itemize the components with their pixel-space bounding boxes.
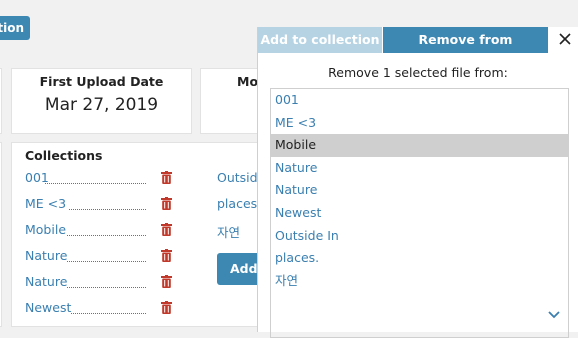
collection-link[interactable]: Mobile: [25, 222, 66, 237]
collection-item: Nature: [25, 248, 175, 274]
remove-message: Remove 1 selected file from:: [328, 65, 508, 80]
collection-link-underline: [67, 235, 146, 236]
collection-item: Mobile: [25, 222, 175, 248]
collection-link-underline: [67, 287, 146, 288]
info-card-left-partial: [0, 68, 2, 134]
collections-card-left-partial: [0, 142, 2, 327]
trash-icon[interactable]: [161, 275, 172, 288]
collections-list: 001 ME <3 Mobile Nature Nature Newest: [25, 170, 175, 326]
collection-item: Newest: [25, 300, 175, 326]
collection-link-underline: [45, 183, 146, 184]
collection-item: ME <3: [25, 196, 175, 222]
collection-item: Nature: [25, 274, 175, 300]
collection-option[interactable]: Newest: [271, 202, 568, 225]
chevron-down-icon[interactable]: [548, 311, 560, 319]
collection-option[interactable]: 001: [271, 89, 568, 112]
collection-link[interactable]: Nature: [25, 274, 67, 289]
collection-option[interactable]: Outside In: [271, 225, 568, 248]
collections-title: Collections: [25, 148, 103, 163]
close-icon[interactable]: [558, 32, 572, 46]
trash-icon[interactable]: [161, 223, 172, 236]
collection-option[interactable]: ME <3: [271, 112, 568, 135]
trash-icon[interactable]: [161, 171, 172, 184]
first-upload-label: First Upload Date: [39, 74, 164, 89]
first-upload-value: Mar 27, 2019: [44, 95, 159, 115]
add-to-collection-button[interactable]: ollection: [0, 16, 30, 40]
trash-icon[interactable]: [161, 301, 172, 314]
collection-link-underline: [69, 209, 146, 210]
collection-link[interactable]: Nature: [25, 248, 67, 263]
collection-link-underline: [71, 313, 146, 314]
tab-add-to-collection[interactable]: Add to collection: [258, 27, 382, 53]
collection-panel: Add to collection Remove from collection…: [257, 27, 578, 338]
add-to-collection-button-label: ollection: [0, 21, 24, 35]
collection-link[interactable]: Newest: [25, 300, 71, 315]
first-upload-card: First Upload Date Mar 27, 2019: [11, 68, 192, 134]
collection-option[interactable]: Nature: [271, 179, 568, 202]
trash-icon[interactable]: [161, 197, 172, 210]
collection-option[interactable]: Nature: [271, 157, 568, 180]
tab-remove-from-collection[interactable]: Remove from collection: [383, 27, 548, 73]
collection-option[interactable]: 자연: [271, 270, 568, 293]
collection-option[interactable]: places.: [271, 247, 568, 270]
collection-item: 001: [25, 170, 175, 196]
collection-select-list[interactable]: 001 ME <3 Mobile Nature Nature Newest Ou…: [270, 88, 569, 338]
collection-link-underline: [67, 261, 146, 262]
trash-icon[interactable]: [161, 249, 172, 262]
collection-link[interactable]: ME <3: [25, 196, 66, 211]
collection-option-selected[interactable]: Mobile: [271, 134, 568, 157]
